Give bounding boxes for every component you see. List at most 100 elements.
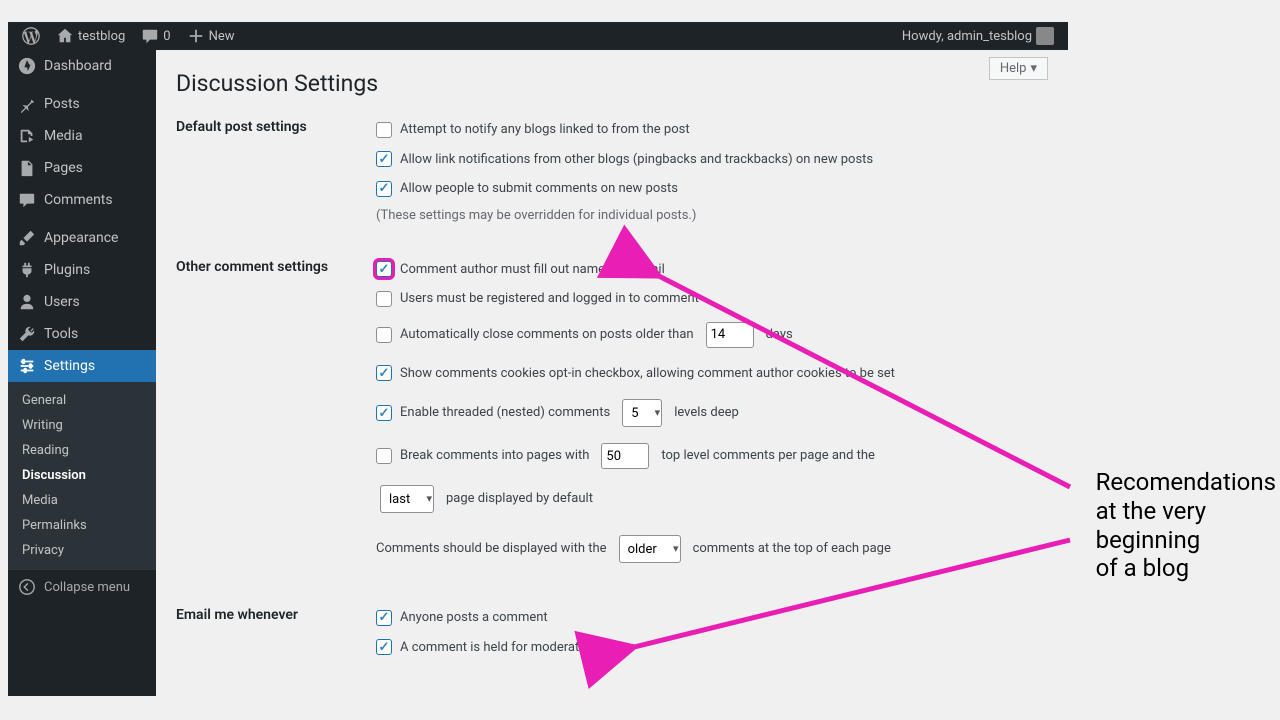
menu-dashboard[interactable]: Dashboard <box>8 50 156 82</box>
input-autoclose-days[interactable] <box>706 322 754 348</box>
opt-label: A comment is held for moderation <box>400 638 597 658</box>
submenu-privacy[interactable]: Privacy <box>8 538 156 563</box>
site-name-label: testblog <box>78 29 125 44</box>
opt-label: Allow people to submit comments on new p… <box>400 179 678 199</box>
home-icon <box>56 27 74 45</box>
annotation-text: Recomendations at the very beginning of … <box>1096 468 1276 583</box>
menu-posts[interactable]: Posts <box>8 88 156 120</box>
wrench-icon <box>18 325 36 343</box>
opt-label-pre: Break comments into pages with <box>400 446 589 466</box>
collapse-icon <box>18 578 36 596</box>
select-default-page[interactable]: last <box>380 485 434 513</box>
submenu-reading[interactable]: Reading <box>8 438 156 463</box>
help-tab[interactable]: Help ▾ <box>989 57 1048 80</box>
help-label: Help <box>1000 61 1027 76</box>
menu-label: Posts <box>44 96 80 112</box>
comments-icon <box>18 191 36 209</box>
media-icon <box>18 127 36 145</box>
opt-label-pre: Automatically close comments on posts ol… <box>400 325 694 345</box>
submenu-discussion[interactable]: Discussion <box>8 463 156 488</box>
menu-comments[interactable]: Comments <box>8 184 156 216</box>
plus-icon <box>187 27 205 45</box>
select-thread-depth[interactable]: 5 <box>622 399 662 427</box>
opt-label-post: comments at the top of each page <box>693 539 891 559</box>
opt-label-pre: Comments should be displayed with the <box>376 539 607 559</box>
checkbox-cookies[interactable] <box>376 365 392 381</box>
greeting-label: Howdy, admin_tesblog <box>902 29 1032 44</box>
opt-label: Show comments cookies opt-in checkbox, a… <box>400 364 895 384</box>
menu-label: Settings <box>44 358 95 374</box>
opt-label: Anyone posts a comment <box>400 608 548 628</box>
settings-submenu: General Writing Reading Discussion Media… <box>8 382 156 569</box>
menu-label: Plugins <box>44 262 90 278</box>
chevron-down-icon: ▾ <box>1030 61 1037 76</box>
menu-appearance[interactable]: Appearance <box>8 222 156 254</box>
menu-settings[interactable]: Settings <box>8 350 156 382</box>
checkbox-pingback[interactable] <box>376 151 392 167</box>
comments-link[interactable]: 0 <box>133 22 178 50</box>
input-comments-per-page[interactable] <box>601 443 649 469</box>
checkbox-autoclose[interactable] <box>376 327 392 343</box>
opt-label-post: page displayed by default <box>446 489 593 509</box>
menu-label: Media <box>44 128 83 144</box>
submenu-general[interactable]: General <box>8 388 156 413</box>
admin-bar: testblog 0 New Howdy, admin_tesblog <box>8 22 1068 50</box>
new-label: New <box>209 29 235 44</box>
content-area: Help ▾ Discussion Settings Default post … <box>156 50 1068 696</box>
section-heading: Default post settings <box>176 115 376 135</box>
checkbox-name-email[interactable] <box>376 261 392 277</box>
section-heading: Before a comment appears <box>176 694 376 696</box>
checkbox-registered[interactable] <box>376 291 392 307</box>
user-icon <box>18 293 36 311</box>
my-account-link[interactable]: Howdy, admin_tesblog <box>894 22 1062 50</box>
menu-label: Appearance <box>44 230 118 246</box>
opt-label: Comment author must fill out name and em… <box>400 260 665 280</box>
checkbox-notify-blogs[interactable] <box>376 122 392 138</box>
section-heading: Email me whenever <box>176 603 376 623</box>
checkbox-paginate[interactable] <box>376 448 392 464</box>
opt-label: Users must be registered and logged in t… <box>400 289 699 309</box>
avatar <box>1036 27 1054 45</box>
menu-label: Comments <box>44 192 113 208</box>
menu-label: Users <box>44 294 80 310</box>
checkbox-threaded[interactable] <box>376 405 392 421</box>
opt-label: Attempt to notify any blogs linked to fr… <box>400 120 690 140</box>
page-title: Discussion Settings <box>176 50 1048 115</box>
site-name-link[interactable]: testblog <box>48 22 133 50</box>
checkbox-email-anyone[interactable] <box>376 610 392 626</box>
checkbox-email-held[interactable] <box>376 639 392 655</box>
submenu-permalinks[interactable]: Permalinks <box>8 513 156 538</box>
select-comment-order[interactable]: older <box>619 535 681 563</box>
menu-label: Tools <box>44 326 78 342</box>
menu-pages[interactable]: Pages <box>8 152 156 184</box>
menu-plugins[interactable]: Plugins <box>8 254 156 286</box>
menu-users[interactable]: Users <box>8 286 156 318</box>
wp-logo[interactable] <box>14 22 48 50</box>
collapse-menu[interactable]: Collapse menu <box>8 569 156 604</box>
checkbox-allow-comments[interactable] <box>376 181 392 197</box>
section-before-appears: Before a comment appears Comment must be… <box>176 694 1048 696</box>
pages-icon <box>18 159 36 177</box>
opt-label: Allow link notifications from other blog… <box>400 150 873 170</box>
admin-sidebar: Dashboard Posts Media Pages Comments App… <box>8 50 156 696</box>
opt-label-mid: top level comments per page and the <box>661 446 875 466</box>
section-heading: Other comment settings <box>176 255 376 275</box>
opt-label-pre: Enable threaded (nested) comments <box>400 403 610 423</box>
menu-tools[interactable]: Tools <box>8 318 156 350</box>
comments-count-label: 0 <box>163 29 170 44</box>
section-email: Email me whenever Anyone posts a comment… <box>176 603 1048 662</box>
section-default-post: Default post settings Attempt to notify … <box>176 115 1048 223</box>
menu-media[interactable]: Media <box>8 120 156 152</box>
override-note: (These settings may be overridden for in… <box>376 204 1048 223</box>
submenu-media[interactable]: Media <box>8 488 156 513</box>
pin-icon <box>18 95 36 113</box>
menu-label: Pages <box>44 160 83 176</box>
collapse-label: Collapse menu <box>44 580 130 595</box>
plug-icon <box>18 261 36 279</box>
section-other-comment: Other comment settings Comment author mu… <box>176 255 1048 572</box>
submenu-writing[interactable]: Writing <box>8 413 156 438</box>
comment-icon <box>141 27 159 45</box>
wordpress-icon <box>22 27 40 45</box>
new-content-link[interactable]: New <box>179 22 243 50</box>
opt-label-post: levels deep <box>674 403 739 423</box>
